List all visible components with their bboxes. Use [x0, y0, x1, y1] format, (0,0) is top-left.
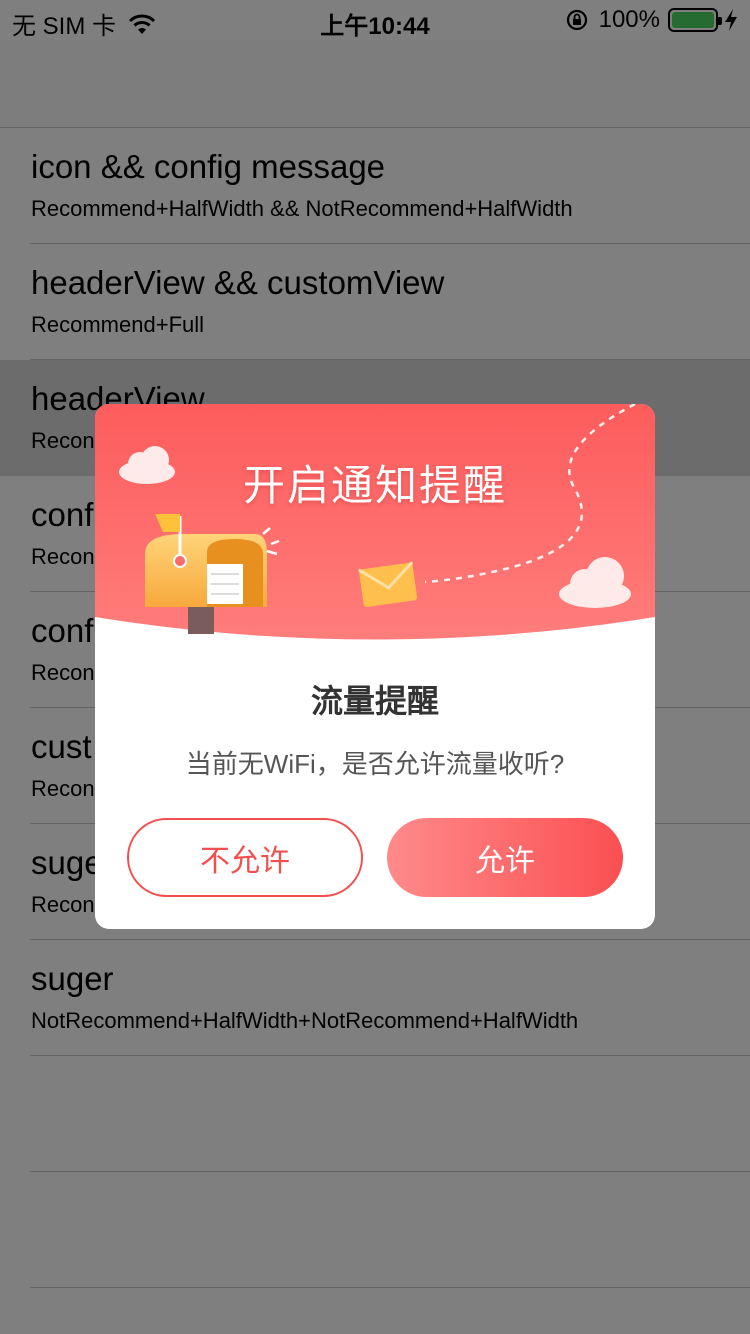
- allow-button[interactable]: 允许: [387, 818, 623, 897]
- deny-button[interactable]: 不允许: [127, 818, 363, 897]
- dialog-message: 当前无WiFi，是否允许流量收听?: [185, 749, 565, 779]
- banner-illustration: [95, 404, 655, 640]
- dialog-title: 流量提醒: [310, 683, 439, 719]
- permission-dialog: 开启通知提醒 流量提醒 当前无WiFi，是否允许流量收听? 不允许 允许: [95, 404, 655, 929]
- banner-title: 开启通知提醒: [242, 462, 507, 509]
- dialog-banner: 开启通知提醒: [95, 404, 655, 649]
- envelope-icon: [357, 561, 418, 608]
